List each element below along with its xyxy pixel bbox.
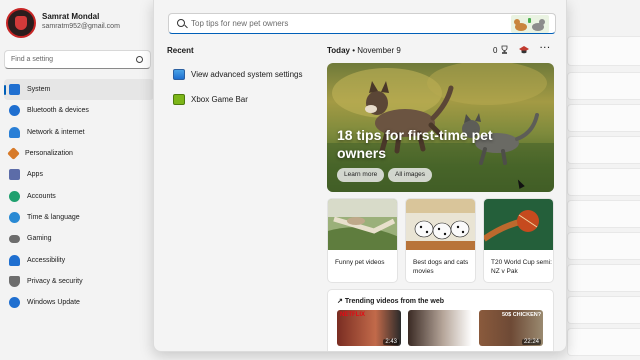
settings-row[interactable] bbox=[567, 200, 640, 228]
search-panel: Top tips for new pet owners Recent View … bbox=[153, 0, 567, 352]
nav-item-privacy-security[interactable]: Privacy & security bbox=[4, 271, 154, 292]
brush-icon bbox=[7, 147, 20, 160]
settings-row[interactable] bbox=[567, 36, 640, 66]
rewards-points[interactable]: 0 bbox=[493, 45, 509, 55]
search-icon bbox=[136, 56, 143, 63]
video-thumbnail[interactable]: NETFLIX 2:43 bbox=[337, 310, 401, 346]
recent-item-xbox-game-bar[interactable]: Xbox Game Bar bbox=[173, 92, 248, 106]
points-count: 0 bbox=[493, 46, 498, 55]
find-setting-placeholder: Find a setting bbox=[11, 56, 54, 63]
nav-item-apps[interactable]: Apps bbox=[4, 164, 154, 185]
bluetooth-icon bbox=[9, 105, 20, 117]
nav-item-personalization[interactable]: Personalization bbox=[4, 143, 154, 164]
recent-heading: Recent bbox=[167, 46, 194, 55]
card-caption: Funny pet videos bbox=[335, 259, 385, 266]
person-icon bbox=[9, 190, 20, 202]
all-images-button[interactable]: All images bbox=[388, 168, 432, 182]
video-label: 50$ CHICKEN? bbox=[502, 312, 542, 318]
today-label: Today bbox=[327, 46, 350, 55]
recent-item-label: View advanced system settings bbox=[191, 69, 303, 79]
nav-item-gaming[interactable]: Gaming bbox=[4, 228, 154, 249]
settings-row[interactable] bbox=[567, 328, 640, 356]
card-t20-world-cup[interactable]: T20 World Cup semi: NZ v Pak bbox=[483, 198, 554, 283]
search-placeholder: Top tips for new pet owners bbox=[191, 19, 289, 28]
recent-item-advanced-system-settings[interactable]: View advanced system settings bbox=[173, 67, 302, 81]
search-box[interactable]: Top tips for new pet owners bbox=[168, 13, 556, 34]
trending-heading: ↗ Trending videos from the web bbox=[337, 297, 444, 305]
recent-item-label: Xbox Game Bar bbox=[191, 94, 248, 104]
hero-title: 18 tips for first-time pet owners bbox=[337, 127, 493, 161]
nav-item-bluetooth[interactable]: Bluetooth & devices bbox=[4, 100, 154, 121]
nav-item-label: Privacy & security bbox=[27, 277, 83, 285]
card-caption: T20 World Cup semi: NZ v Pak bbox=[491, 259, 552, 275]
settings-row[interactable] bbox=[567, 72, 640, 100]
nav-item-label: Personalization bbox=[25, 150, 73, 158]
nav-item-label: Network & internet bbox=[27, 128, 85, 136]
nav-item-label: System bbox=[27, 86, 51, 94]
settings-nav: System Bluetooth & devices Network & int… bbox=[4, 79, 154, 313]
wifi-icon bbox=[9, 126, 20, 138]
settings-row[interactable] bbox=[567, 104, 640, 132]
settings-row[interactable] bbox=[567, 232, 640, 260]
pet-hammock-photo bbox=[328, 199, 397, 250]
card-caption: Best dogs and cats movies bbox=[413, 259, 469, 275]
update-icon bbox=[9, 297, 20, 309]
trophy-icon bbox=[501, 45, 508, 54]
pets-illustration-icon bbox=[511, 15, 549, 33]
nav-item-label: Apps bbox=[27, 171, 43, 179]
today-date: November 9 bbox=[357, 46, 401, 55]
settings-row[interactable] bbox=[567, 168, 640, 196]
graduation-cap-icon[interactable] bbox=[519, 45, 529, 55]
trending-heading-label: Trending videos from the web bbox=[344, 298, 445, 305]
accessibility-icon bbox=[9, 254, 20, 266]
search-icon bbox=[177, 19, 185, 27]
settings-sidebar: Samrat Mondal samratm952@gmail.com Find … bbox=[0, 0, 160, 360]
find-setting-input[interactable]: Find a setting bbox=[4, 50, 151, 69]
cricket-ball-photo bbox=[484, 199, 553, 250]
video-thumbnail[interactable] bbox=[408, 310, 472, 346]
profile-email: samratm952@gmail.com bbox=[42, 23, 120, 30]
settings-row[interactable] bbox=[567, 136, 640, 164]
card-funny-pet-videos[interactable]: Funny pet videos bbox=[327, 198, 398, 283]
today-header: Today • November 9 bbox=[327, 46, 401, 55]
nav-item-system[interactable]: System bbox=[4, 79, 154, 101]
video-duration: 22:24 bbox=[521, 339, 541, 345]
trending-videos-section: ↗ Trending videos from the web NETFLIX 2… bbox=[327, 289, 554, 351]
apps-icon bbox=[9, 169, 20, 181]
nav-item-label: Accounts bbox=[27, 192, 56, 200]
user-profile[interactable]: Samrat Mondal samratm952@gmail.com bbox=[6, 8, 156, 40]
nav-item-accessibility[interactable]: Accessibility bbox=[4, 249, 154, 270]
avatar[interactable] bbox=[6, 8, 36, 38]
trending-arrow-icon: ↗ bbox=[337, 298, 343, 305]
nav-item-label: Bluetooth & devices bbox=[27, 107, 89, 115]
nav-item-accounts[interactable]: Accounts bbox=[4, 185, 154, 206]
controller-icon bbox=[9, 234, 20, 243]
nav-item-time-language[interactable]: Time & language bbox=[4, 207, 154, 228]
video-thumbnail[interactable]: 50$ CHICKEN? 22:24 bbox=[479, 310, 543, 346]
video-label: NETFLIX bbox=[340, 312, 365, 318]
settings-row[interactable] bbox=[567, 264, 640, 292]
card-best-dogs-cats-movies[interactable]: Best dogs and cats movies bbox=[405, 198, 476, 283]
shield-icon bbox=[9, 275, 20, 287]
globe-clock-icon bbox=[9, 211, 20, 223]
dalmatians-photo bbox=[406, 199, 475, 250]
settings-row[interactable] bbox=[567, 296, 640, 324]
today-separator: • bbox=[352, 46, 356, 55]
nav-item-network[interactable]: Network & internet bbox=[4, 122, 154, 143]
nav-item-label: Accessibility bbox=[27, 256, 66, 264]
nav-item-label: Gaming bbox=[27, 235, 52, 243]
video-duration: 2:43 bbox=[383, 339, 399, 345]
system-settings-icon bbox=[173, 68, 185, 80]
learn-more-button[interactable]: Learn more bbox=[337, 168, 385, 182]
more-options-icon[interactable]: ··· bbox=[540, 43, 551, 52]
profile-name: Samrat Mondal bbox=[42, 12, 100, 21]
nav-item-windows-update[interactable]: Windows Update bbox=[4, 292, 154, 313]
xbox-icon bbox=[173, 93, 185, 105]
hero-card[interactable]: 18 tips for first-time pet owners Learn … bbox=[327, 63, 554, 192]
nav-item-label: Windows Update bbox=[27, 299, 80, 307]
monitor-icon bbox=[9, 84, 20, 96]
nav-item-label: Time & language bbox=[27, 213, 80, 221]
